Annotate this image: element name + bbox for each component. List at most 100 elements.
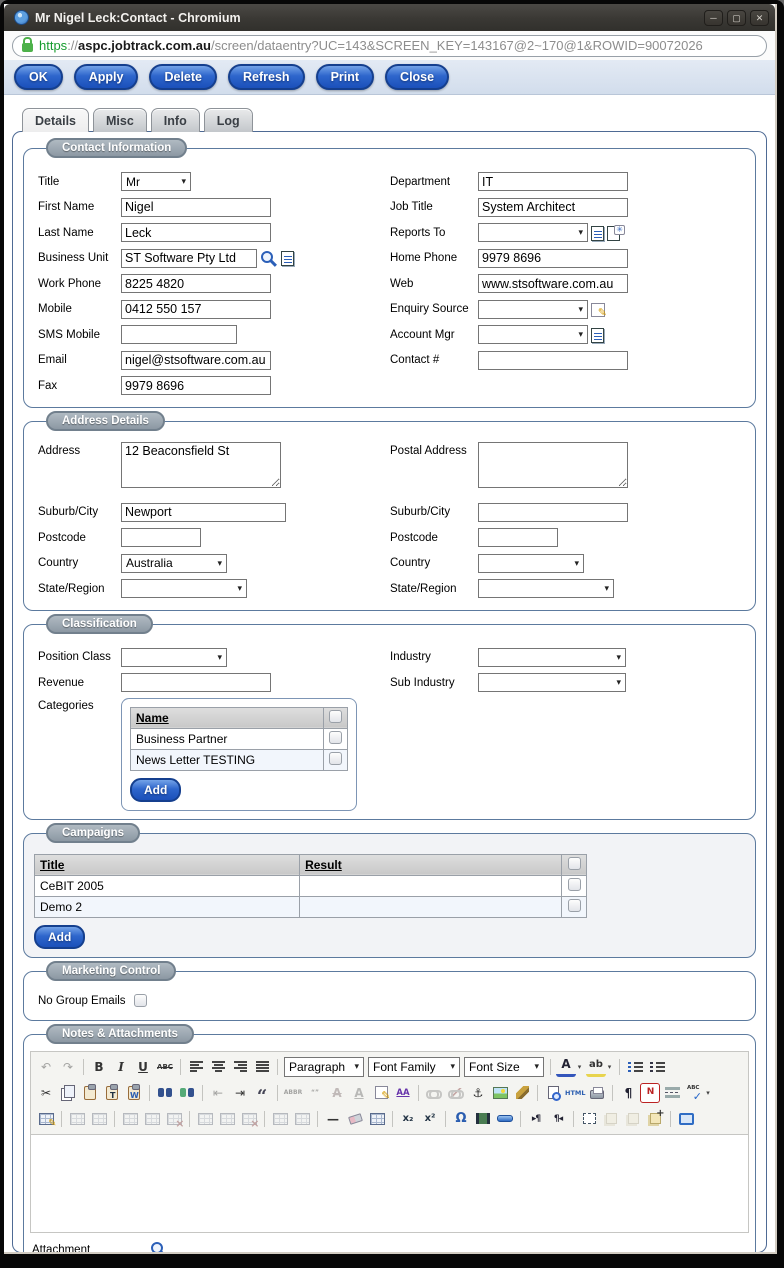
enquiry-source-select[interactable]: ▾: [478, 299, 588, 319]
refresh-button[interactable]: Refresh: [228, 64, 305, 90]
attributes-icon[interactable]: [371, 1083, 391, 1103]
campaigns-header-result[interactable]: Result: [299, 853, 563, 876]
ok-button[interactable]: OK: [14, 64, 63, 90]
industry-select[interactable]: ▾: [478, 647, 626, 667]
anchor-icon[interactable]: ⚓: [468, 1083, 488, 1103]
media-icon[interactable]: [473, 1109, 493, 1129]
last-name-input[interactable]: [121, 223, 271, 243]
document-icon[interactable]: [591, 327, 604, 343]
remove-formatting-icon[interactable]: [345, 1109, 365, 1129]
preview-icon[interactable]: [543, 1083, 563, 1103]
delete-button[interactable]: Delete: [149, 64, 218, 90]
web-input[interactable]: [478, 274, 628, 294]
paste-as-text-icon[interactable]: [102, 1083, 122, 1103]
font-size-select[interactable]: Font Size ▾: [464, 1056, 544, 1077]
job-title-input[interactable]: [478, 197, 628, 217]
find-icon[interactable]: [155, 1083, 175, 1103]
sms-mobile-input[interactable]: [121, 325, 237, 345]
indent-icon[interactable]: ⇥: [230, 1083, 250, 1103]
image-icon[interactable]: [490, 1083, 510, 1103]
campaigns-add-button[interactable]: Add: [34, 924, 86, 949]
tab-misc[interactable]: Misc: [93, 108, 147, 132]
absolute-position-icon[interactable]: [579, 1109, 599, 1129]
rich-text-editor[interactable]: [30, 1134, 749, 1233]
postcode-input[interactable]: [121, 528, 201, 548]
close-window-button[interactable]: ✕: [750, 9, 769, 26]
blockquote-icon[interactable]: “: [252, 1083, 272, 1106]
attachment-search-icon[interactable]: [150, 1241, 168, 1252]
print-button[interactable]: Print: [315, 64, 375, 90]
align-right-icon[interactable]: [230, 1057, 250, 1077]
document-icon[interactable]: [281, 251, 294, 267]
address-bar[interactable]: https :// aspc.jobtrack.com.au /screen/d…: [12, 34, 767, 57]
email-input[interactable]: [121, 350, 271, 370]
account-mgr-select[interactable]: ▾: [478, 325, 588, 345]
tab-details[interactable]: Details: [22, 108, 89, 132]
edit-icon[interactable]: [591, 303, 607, 319]
minimize-button[interactable]: ─: [704, 9, 723, 26]
align-center-icon[interactable]: [208, 1057, 228, 1077]
category-row-checkbox[interactable]: [329, 751, 342, 765]
new-document-icon[interactable]: [607, 224, 625, 241]
revenue-input[interactable]: [121, 673, 271, 693]
subscript-icon[interactable]: x₂: [398, 1109, 418, 1129]
align-justify-icon[interactable]: [252, 1057, 272, 1077]
citation-icon[interactable]: AA: [393, 1083, 413, 1103]
superscript-icon[interactable]: x²: [420, 1109, 440, 1129]
paragraph-format-select[interactable]: Paragraph ▾: [284, 1056, 364, 1077]
campaign-row-checkbox[interactable]: [567, 898, 581, 912]
tab-info[interactable]: Info: [150, 108, 200, 132]
left-to-right-icon[interactable]: ▸¶: [526, 1109, 546, 1129]
category-row-checkbox[interactable]: [329, 730, 342, 744]
right-to-left-icon[interactable]: ¶◂: [548, 1109, 568, 1129]
postal-state-region-select[interactable]: ▾: [478, 579, 614, 599]
strikethrough-icon[interactable]: ABC: [155, 1057, 175, 1077]
document-icon[interactable]: [591, 225, 604, 241]
categories-header-name[interactable]: Name: [130, 706, 324, 729]
fax-input[interactable]: [121, 376, 271, 396]
no-group-emails-checkbox[interactable]: [134, 994, 147, 1007]
state-region-select[interactable]: ▾: [121, 579, 247, 599]
reports-to-select[interactable]: ▾: [478, 223, 588, 243]
categories-add-button[interactable]: Add: [130, 777, 182, 802]
highlight-color-icon[interactable]: ab: [586, 1057, 606, 1077]
text-color-icon[interactable]: A: [556, 1057, 576, 1077]
text-color-caret[interactable]: ▾: [575, 1057, 584, 1077]
postal-suburb-city-input[interactable]: [478, 502, 628, 522]
highlight-color-caret[interactable]: ▾: [605, 1057, 614, 1077]
numbered-list-icon[interactable]: [647, 1057, 667, 1077]
contact-number-input[interactable]: [478, 350, 628, 370]
bold-icon[interactable]: B: [89, 1057, 109, 1077]
paste-icon[interactable]: [80, 1083, 100, 1103]
horizontal-rule-icon[interactable]: —: [323, 1109, 343, 1129]
mobile-input[interactable]: [121, 299, 271, 319]
close-button[interactable]: Close: [385, 64, 450, 90]
find-replace-icon[interactable]: [177, 1083, 197, 1103]
postal-country-select[interactable]: ▾: [478, 553, 584, 573]
campaign-row-checkbox[interactable]: [567, 877, 581, 891]
tab-log[interactable]: Log: [203, 108, 253, 132]
bullet-list-icon[interactable]: [625, 1057, 645, 1077]
insert-layer-icon[interactable]: [645, 1108, 665, 1129]
nonbreaking-icon[interactable]: N: [640, 1082, 661, 1103]
italic-icon[interactable]: I: [111, 1057, 131, 1077]
department-input[interactable]: [478, 172, 628, 192]
maximize-button[interactable]: ▢: [727, 9, 746, 26]
cut-icon[interactable]: ✂: [36, 1083, 56, 1103]
paste-from-word-icon[interactable]: [124, 1083, 144, 1103]
visual-chars-icon[interactable]: ¶: [618, 1083, 638, 1103]
advanced-hr-icon[interactable]: [495, 1109, 515, 1129]
font-family-select[interactable]: Font Family ▾: [368, 1056, 460, 1077]
print-icon[interactable]: [587, 1083, 607, 1103]
spellcheck-caret[interactable]: ▾: [703, 1083, 712, 1103]
html-source-icon[interactable]: HTML: [565, 1083, 585, 1103]
work-phone-input[interactable]: [121, 274, 271, 294]
spellcheck-icon[interactable]: [684, 1083, 704, 1103]
business-unit-input[interactable]: [121, 248, 257, 268]
title-select[interactable]: Mr ▾: [121, 172, 191, 192]
position-class-select[interactable]: ▾: [121, 647, 227, 667]
underline-icon[interactable]: U: [133, 1057, 153, 1077]
page-break-icon[interactable]: [662, 1083, 682, 1103]
postal-postcode-input[interactable]: [478, 528, 558, 548]
home-phone-input[interactable]: [478, 248, 628, 268]
